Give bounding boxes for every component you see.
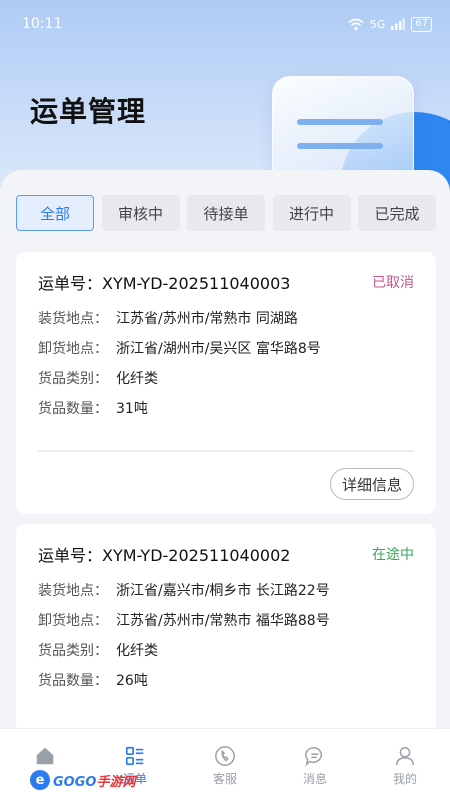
waybill-card[interactable]: 运单号：XYM-YD-202511040002 在途中 装货地点： 浙江省/嘉兴… [16, 524, 436, 734]
nav-profile[interactable]: 我的 [360, 729, 450, 789]
status-badge: 已取消 [372, 275, 414, 291]
signal-type-label: 5G [369, 17, 386, 31]
unloading-place-row: 卸货地点： 江苏省/苏州市/常熟市 福华路88号 [38, 610, 330, 630]
unloading-place-label: 卸货地点： [38, 341, 108, 357]
goods-qty-row: 货品数量： 26吨 [38, 670, 148, 690]
phone-icon [215, 746, 235, 766]
unloading-place-row: 卸货地点： 浙江省/湖州市/吴兴区 富华路8号 [38, 338, 321, 358]
goods-type-value: 化纤类 [116, 371, 158, 387]
list-icon [125, 746, 144, 766]
loading-place-label: 装货地点： [38, 583, 108, 599]
tab-reviewing[interactable]: 审核中 [101, 195, 180, 231]
waybill-header: 运单号：XYM-YD-202511040003 已取消 [38, 270, 414, 294]
card-divider [38, 450, 414, 452]
unloading-place-value: 江苏省/苏州市/常熟市 福华路88号 [116, 613, 330, 629]
nav-messages[interactable]: 消息 [270, 729, 360, 789]
loading-place-value: 浙江省/嘉兴市/桐乡市 长江路22号 [116, 583, 330, 599]
user-icon [396, 747, 414, 766]
tab-pending[interactable]: 待接单 [187, 195, 265, 231]
status-icons: 5G 67 [348, 16, 432, 32]
nav-customer-service[interactable]: 客服 [180, 729, 270, 789]
tab-completed[interactable]: 已完成 [358, 195, 436, 231]
tab-in-progress[interactable]: 进行中 [272, 195, 351, 231]
home-icon [36, 747, 54, 765]
detail-info-button[interactable]: 详细信息 [330, 468, 414, 500]
status-bar: 10:11 5G 67 [0, 0, 450, 48]
goods-qty-row: 货品数量： 31吨 [38, 398, 148, 418]
nav-messages-label: 消息 [302, 772, 327, 786]
goods-type-row: 货品类别： 化纤类 [38, 368, 158, 388]
status-badge: 在途中 [372, 547, 414, 563]
nav-customer-service-label: 客服 [212, 772, 237, 786]
watermark-text: GOGO手游网 [53, 774, 136, 790]
loading-place-row: 装货地点： 江苏省/苏州市/常熟市 同湖路 [38, 308, 298, 328]
battery-indicator: 67 [411, 16, 432, 32]
unloading-place-value: 浙江省/湖州市/吴兴区 富华路8号 [116, 341, 321, 357]
status-time: 10:11 [22, 16, 63, 32]
waybill-number: 运单号：XYM-YD-202511040002 [38, 546, 291, 565]
nav-profile-label: 我的 [392, 772, 417, 786]
watermark-logo: e GOGO手游网 [30, 768, 135, 792]
page-title: 运单管理 [30, 95, 147, 128]
goods-qty-value: 26吨 [116, 673, 148, 689]
unloading-place-label: 卸货地点： [38, 613, 108, 629]
wifi-icon [348, 18, 364, 30]
tab-all[interactable]: 全部 [16, 195, 94, 231]
goods-type-value: 化纤类 [116, 643, 158, 659]
goods-type-label: 货品类别： [38, 643, 108, 659]
loading-place-row: 装货地点： 浙江省/嘉兴市/桐乡市 长江路22号 [38, 580, 330, 600]
status-filter-tabs: 全部 审核中 待接单 进行中 已完成 [16, 195, 436, 231]
loading-place-label: 装货地点： [38, 311, 108, 327]
goods-qty-label: 货品数量： [38, 673, 108, 689]
goods-qty-label: 货品数量： [38, 401, 108, 417]
goods-qty-value: 31吨 [116, 401, 148, 417]
loading-place-value: 江苏省/苏州市/常熟市 同湖路 [116, 311, 298, 327]
waybill-header: 运单号：XYM-YD-202511040002 在途中 [38, 542, 414, 566]
waybill-number: 运单号：XYM-YD-202511040003 [38, 274, 291, 293]
waybill-card[interactable]: 运单号：XYM-YD-202511040003 已取消 装货地点： 江苏省/苏州… [16, 252, 436, 514]
goods-type-label: 货品类别： [38, 371, 108, 387]
goods-type-row: 货品类别： 化纤类 [38, 640, 158, 660]
watermark-e-icon: e [30, 770, 50, 790]
message-icon [305, 747, 322, 767]
signal-icon [391, 18, 406, 30]
